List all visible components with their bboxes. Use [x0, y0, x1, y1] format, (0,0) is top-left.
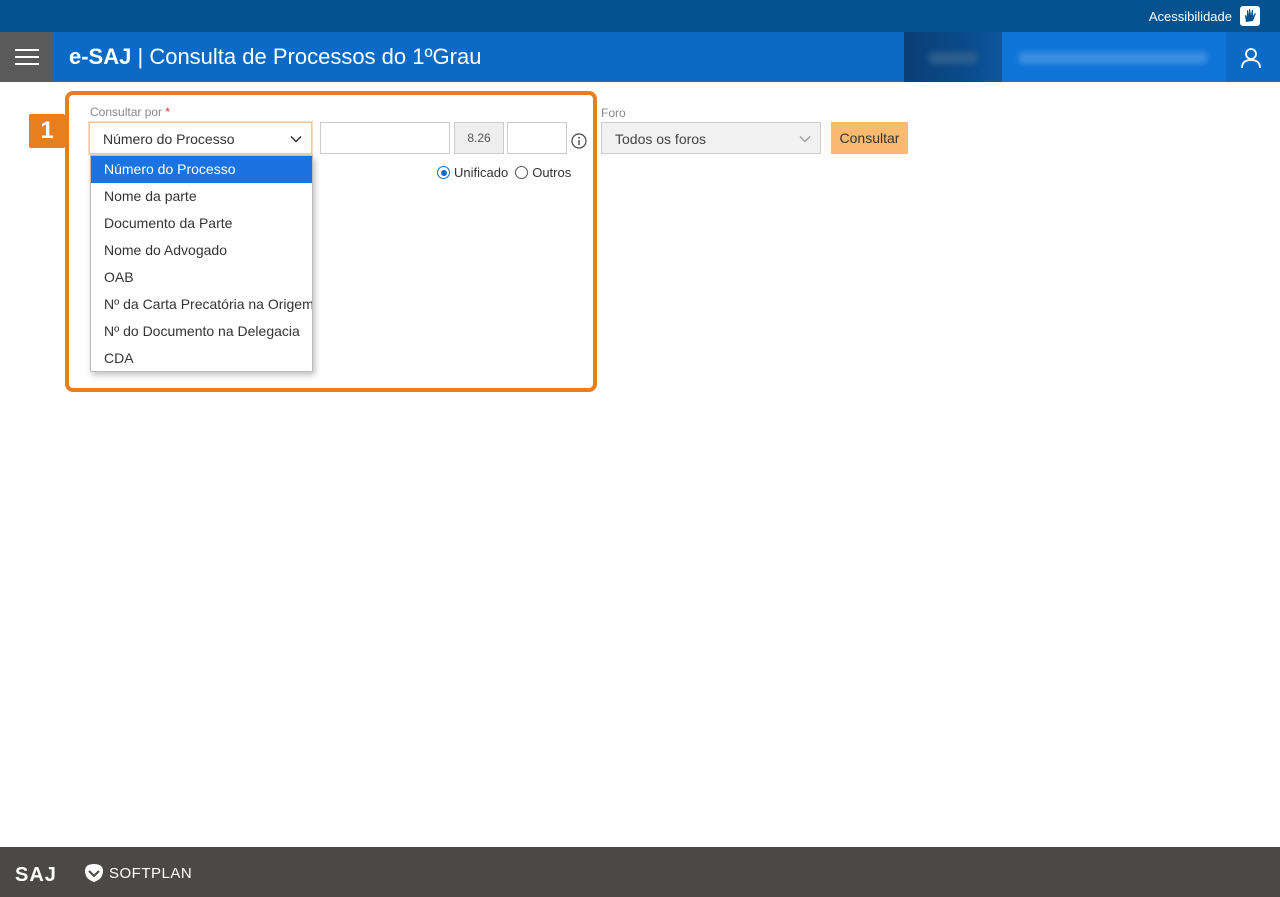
foro-select[interactable]: Todos os foros — [601, 122, 821, 154]
option-cda[interactable]: CDA — [91, 345, 312, 372]
consultar-button[interactable]: Consultar — [831, 122, 908, 154]
option-numero-processo[interactable]: Número do Processo — [91, 156, 312, 183]
saj-logo: SAJ — [15, 864, 57, 886]
info-icon[interactable] — [571, 133, 587, 149]
radio-outros-label: Outros — [532, 165, 572, 180]
consultar-por-dropdown: Número do Processo Nome da parte Documen… — [90, 155, 313, 372]
consultar-por-label: Consultar por * — [90, 105, 171, 119]
option-nome-advogado[interactable]: Nome do Advogado — [91, 237, 312, 264]
accessibility-label: Acessibilidade — [1148, 8, 1232, 24]
option-documento-parte[interactable]: Documento da Parte — [91, 210, 312, 237]
option-documento-delegacia[interactable]: Nº do Documento na Delegacia — [91, 318, 312, 345]
step-badge: 1 — [29, 114, 65, 148]
segment-code: 8.26 — [454, 122, 504, 154]
foro-value: Todos os foros — [615, 131, 707, 147]
page-title: e-SAJ | Consulta de Processos do 1ºGrau — [69, 44, 481, 70]
consultar-por-value: Número do Processo — [103, 131, 235, 147]
accessibility-link[interactable]: Acessibilidade — [1149, 6, 1260, 26]
brand-name: e-SAJ — [69, 44, 132, 69]
softplan-shield-icon — [85, 864, 103, 882]
foro-numero-input[interactable] — [507, 122, 567, 154]
tipo-numero-radio-group: Unificado Outros — [437, 165, 571, 180]
app-header: e-SAJ | Consulta de Processos do 1ºGrau — [0, 32, 1280, 82]
numero-processo-input[interactable] — [320, 122, 450, 154]
option-oab[interactable]: OAB — [91, 264, 312, 291]
chevron-down-icon — [799, 136, 811, 143]
title-separator: | — [137, 44, 144, 69]
option-nome-parte[interactable]: Nome da parte — [91, 183, 312, 210]
chevron-down-icon — [290, 135, 302, 143]
radio-unificado[interactable] — [437, 166, 450, 179]
user-icon[interactable] — [1239, 46, 1263, 70]
radio-outros[interactable] — [515, 166, 529, 179]
user-info-redacted — [904, 32, 1002, 82]
softplan-logo: SOFTPLAN — [83, 862, 192, 884]
page-title-text: Consulta de Processos do 1ºGrau — [149, 44, 482, 69]
consultar-por-select[interactable]: Número do Processo — [89, 122, 312, 154]
softplan-logo-text: SOFTPLAN — [109, 864, 193, 882]
top-bar: Acessibilidade — [0, 0, 1280, 32]
option-carta-precatoria[interactable]: Nº da Carta Precatória na Origem — [91, 291, 312, 318]
menu-icon[interactable] — [0, 32, 54, 82]
radio-unificado-label: Unificado — [454, 165, 509, 180]
user-name-redacted — [1002, 32, 1226, 82]
hand-icon — [1240, 6, 1260, 26]
foro-label: Foro — [601, 106, 626, 120]
